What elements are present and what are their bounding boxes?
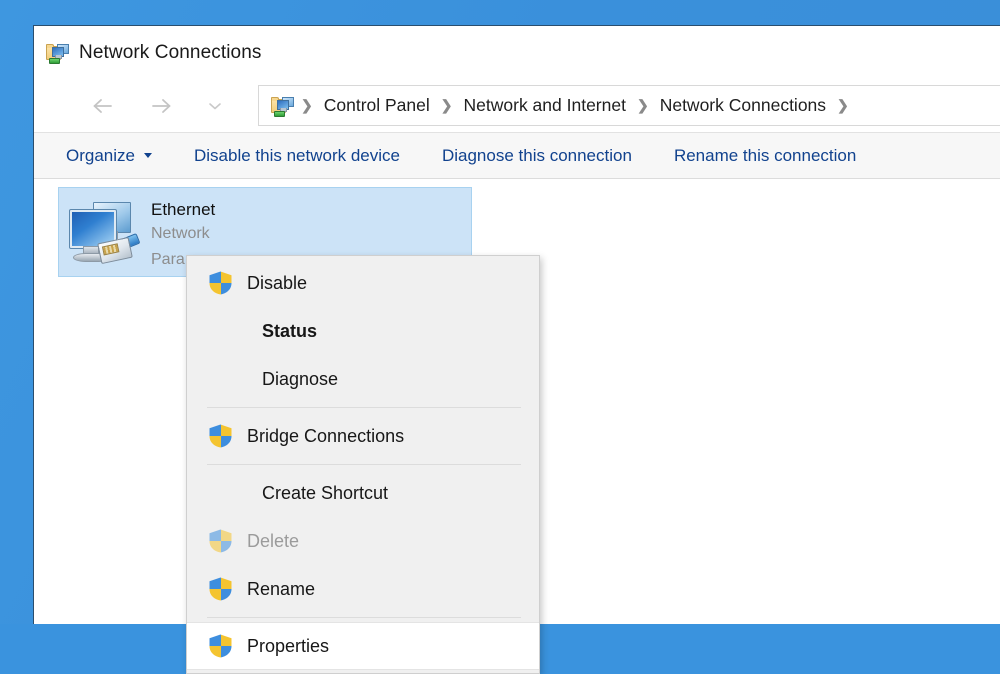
address-bar[interactable]: ❯ Control Panel ❯ Network and Internet ❯… — [258, 85, 1000, 126]
forward-button[interactable] — [140, 87, 182, 125]
breadcrumb-control-panel[interactable]: Control Panel — [321, 95, 433, 116]
context-menu: Disable Status Diagnose Bridge Connectio… — [186, 255, 540, 674]
breadcrumb-separator: ❯ — [829, 97, 857, 114]
network-folder-icon — [46, 43, 68, 63]
context-menu-item-delete: Delete — [187, 517, 539, 565]
uac-shield-icon — [209, 271, 232, 295]
caret-down-icon — [144, 153, 152, 158]
context-menu-label: Disable — [247, 273, 307, 294]
navigation-bar: ❯ Control Panel ❯ Network and Internet ❯… — [34, 79, 1000, 132]
context-menu-label: Diagnose — [262, 369, 338, 390]
context-menu-item-disable[interactable]: Disable — [187, 259, 539, 307]
organize-label: Organize — [66, 146, 135, 166]
back-button[interactable] — [82, 87, 124, 125]
context-menu-item-properties[interactable]: Properties — [187, 622, 539, 670]
context-menu-label: Create Shortcut — [262, 483, 388, 504]
arrow-right-icon — [149, 96, 173, 116]
address-bar-network-folder-icon — [271, 96, 293, 116]
breadcrumb-separator: ❯ — [629, 97, 657, 114]
breadcrumb-separator: ❯ — [433, 97, 461, 114]
context-menu-item-diagnose[interactable]: Diagnose — [187, 355, 539, 403]
uac-shield-icon — [209, 577, 232, 601]
ethernet-adapter-icon — [65, 196, 139, 268]
organize-button[interactable]: Organize — [66, 146, 152, 166]
breadcrumb-network-connections[interactable]: Network Connections — [657, 95, 829, 116]
context-menu-label: Status — [262, 321, 317, 342]
window-title-bar: Network Connections — [34, 26, 1000, 79]
desktop-background: Network Connections — [0, 0, 1000, 624]
connection-name: Ethernet — [151, 198, 215, 221]
context-menu-item-bridge-connections[interactable]: Bridge Connections — [187, 412, 539, 460]
context-menu-label: Properties — [247, 636, 329, 657]
window-title: Network Connections — [79, 42, 261, 64]
uac-shield-icon — [209, 634, 232, 658]
uac-shield-icon — [209, 529, 232, 553]
context-menu-label: Rename — [247, 579, 315, 600]
uac-shield-icon — [209, 424, 232, 448]
disable-network-device-button[interactable]: Disable this network device — [194, 146, 400, 166]
breadcrumb-separator: ❯ — [293, 97, 321, 114]
context-menu-item-status[interactable]: Status — [187, 307, 539, 355]
diagnose-connection-button[interactable]: Diagnose this connection — [442, 146, 632, 166]
context-menu-label: Delete — [247, 531, 299, 552]
chevron-down-icon — [206, 99, 224, 113]
connection-network: Network — [151, 221, 215, 247]
arrow-left-icon — [91, 96, 115, 116]
context-menu-item-rename[interactable]: Rename — [187, 565, 539, 613]
rename-connection-button[interactable]: Rename this connection — [674, 146, 856, 166]
context-menu-separator — [207, 617, 521, 618]
command-bar: Organize Disable this network device Dia… — [34, 132, 1000, 179]
context-menu-separator — [207, 407, 521, 408]
context-menu-label: Bridge Connections — [247, 426, 404, 447]
recent-locations-button[interactable] — [194, 87, 236, 125]
context-menu-separator — [207, 464, 521, 465]
breadcrumb-network-and-internet[interactable]: Network and Internet — [461, 95, 629, 116]
context-menu-item-create-shortcut[interactable]: Create Shortcut — [187, 469, 539, 517]
